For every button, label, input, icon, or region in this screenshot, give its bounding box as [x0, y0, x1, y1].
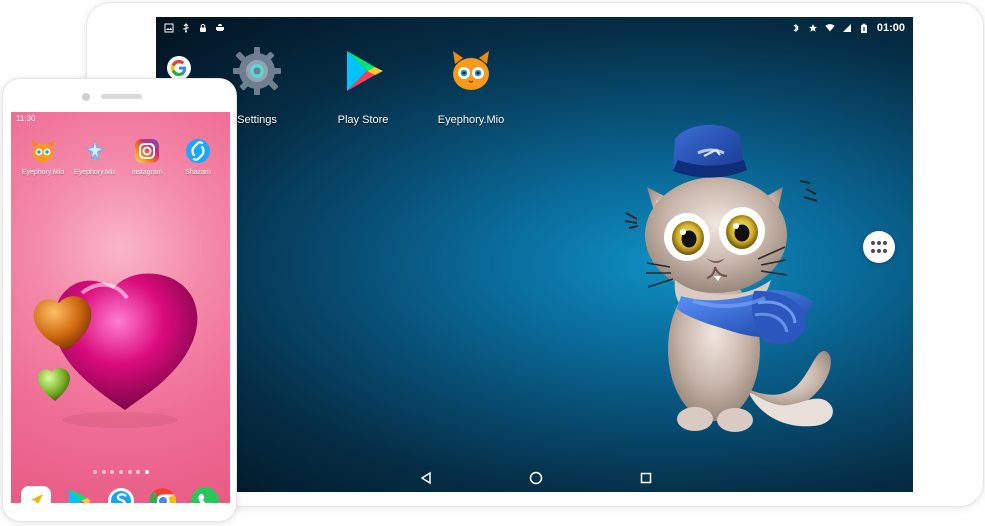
phone-app-label-eyephory-mio: Eyephory.Mio: [21, 169, 65, 176]
phone-app-label-eyephory-mix: Eyephory.Mix: [74, 169, 116, 176]
google-icon: [171, 60, 187, 76]
tablet-app-label-eyephory-mio: Eyephory.Mio: [437, 114, 505, 126]
phone-app-instagram[interactable]: Instagram: [121, 137, 173, 195]
dock-app-navigation[interactable]: [19, 484, 53, 503]
page-dot: [136, 470, 141, 474]
page-dot: [110, 470, 115, 474]
google-search-button[interactable]: [167, 56, 191, 80]
phone-app-eyephory-mix[interactable]: Eyephory.Mix: [69, 137, 121, 195]
dock-app-play-store[interactable]: [61, 484, 95, 503]
page-dot: [101, 470, 106, 474]
tablet-status-bar: 01:00: [156, 17, 913, 39]
cat-illustration: [624, 124, 833, 432]
tablet-clock: 01:00: [876, 22, 905, 34]
signal-icon: [842, 23, 852, 33]
recents-button[interactable]: [636, 468, 656, 488]
tablet-app-play-store[interactable]: Play Store: [322, 39, 404, 126]
home-button[interactable]: [526, 468, 546, 488]
eyephory-mio-icon: [447, 47, 495, 95]
usb-icon: [181, 23, 191, 33]
image-notification-icon: [164, 23, 174, 33]
tablet-navigation-bar: [156, 462, 913, 492]
phone-speaker: [101, 94, 142, 99]
lock-icon: [198, 23, 208, 33]
recents-icon: [640, 472, 652, 484]
play-store-icon: [339, 47, 387, 95]
phone-icon: [191, 487, 219, 503]
all-apps-button[interactable]: [863, 231, 895, 263]
page-dot: [118, 470, 123, 474]
dock-app-chrome[interactable]: [146, 484, 180, 503]
skype-icon: [108, 488, 134, 503]
bluetooth-icon: [791, 23, 801, 33]
page-dot: [93, 470, 97, 474]
star-icon: [808, 23, 818, 33]
phone-clock: 11:30: [16, 114, 36, 123]
shazam-icon: [184, 137, 212, 165]
device-showcase: 01:00 Settings Play Store Eyephory.Mio 1…: [0, 0, 985, 526]
page-dot: [127, 470, 132, 474]
phone-app-label-instagram: Instagram: [131, 169, 163, 176]
phone-status-bar: 11:30: [11, 112, 230, 126]
back-icon: [420, 471, 431, 485]
phone-app-eyephory-mio[interactable]: Eyephory.Mio: [17, 137, 69, 195]
dock-app-phone[interactable]: [188, 484, 222, 503]
tablet-screen: 01:00 Settings Play Store Eyephory.Mio: [156, 17, 913, 492]
page-dot-active: [144, 470, 149, 474]
phone-app-shazam[interactable]: Shazam: [172, 137, 224, 195]
eyephory-mix-icon: [81, 137, 109, 165]
back-button[interactable]: [416, 468, 436, 488]
home-icon: [529, 471, 543, 485]
tablet-app-label-play-store: Play Store: [337, 114, 389, 126]
play-store-icon: [69, 489, 91, 503]
chrome-icon: [149, 487, 176, 503]
more-apps-icon: [871, 241, 887, 253]
dock-app-skype[interactable]: [104, 484, 138, 503]
battery-icon: [859, 23, 869, 33]
tablet-app-eyephory-mio[interactable]: Eyephory.Mio: [430, 39, 512, 126]
phone-screen: 11:30 Eyephory.Mio Eyephory.Mix Instagra…: [11, 112, 230, 503]
phone-app-label-shazam: Shazam: [185, 169, 211, 176]
wifi-icon: [825, 23, 835, 33]
settings-icon: [233, 47, 281, 95]
navigation-icon: [21, 486, 51, 503]
hearts-wallpaper: [33, 273, 198, 428]
tablet-status-right: 01:00: [791, 21, 905, 35]
phone-frame: 11:30 Eyephory.Mio Eyephory.Mix Instagra…: [2, 78, 237, 522]
eyephory-mio-icon: [29, 137, 57, 165]
page-indicator: [93, 469, 149, 475]
android-icon: [215, 23, 225, 33]
phone-dock: [19, 484, 222, 503]
instagram-icon: [133, 137, 161, 165]
phone-camera: [82, 93, 90, 101]
tablet-status-left: [164, 21, 225, 35]
